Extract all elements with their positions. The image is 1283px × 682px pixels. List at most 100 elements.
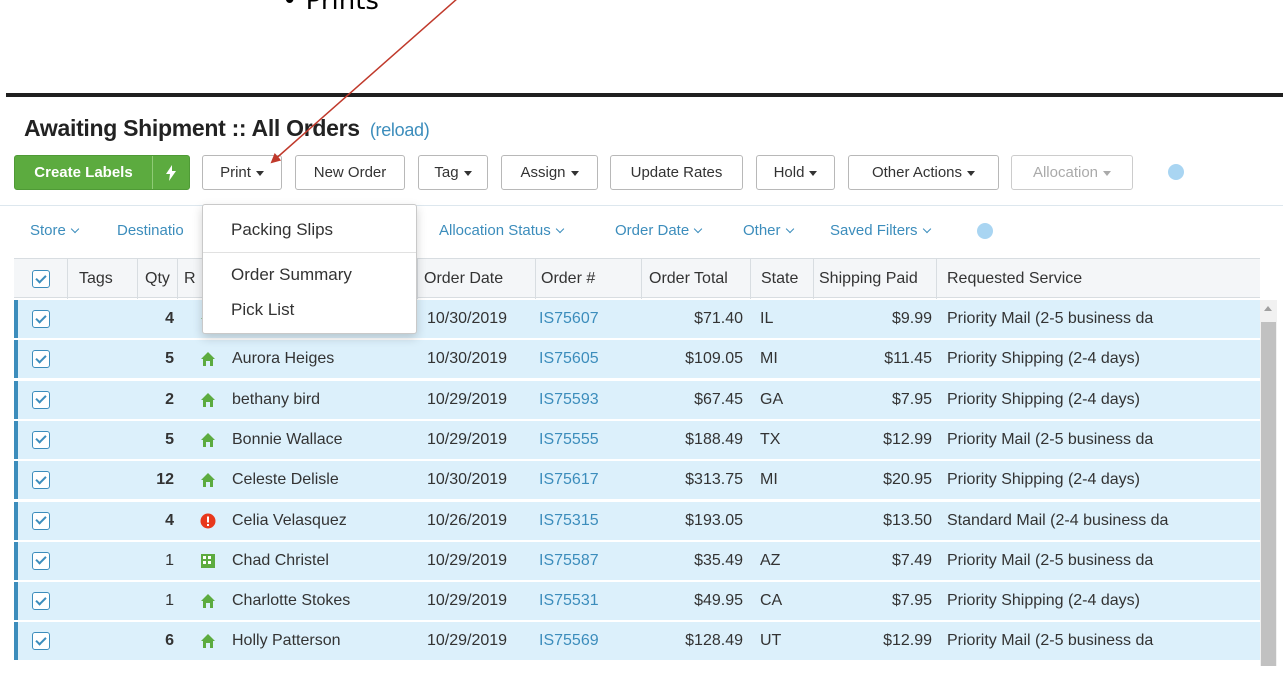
saved-filters-filter[interactable]: Saved Filters <box>830 222 931 239</box>
recipient-name[interactable]: Chad Christel <box>232 542 422 580</box>
order-number-link[interactable]: IS75531 <box>539 582 639 620</box>
create-labels-button[interactable]: Create Labels <box>14 155 190 190</box>
house-icon <box>200 461 218 499</box>
column-header-shipping-paid[interactable]: Shipping Paid <box>814 259 937 299</box>
row-checkbox[interactable] <box>32 350 50 369</box>
allocation-status-filter[interactable]: Allocation Status <box>439 222 564 239</box>
order-total-cell: $49.95 <box>694 592 743 610</box>
select-all-checkbox[interactable] <box>31 270 50 288</box>
order-number-link[interactable]: IS75607 <box>539 300 639 338</box>
print-dropdown-menu: Packing Slips Order Summary Pick List <box>202 204 417 334</box>
row-checkbox-cell <box>32 461 56 499</box>
row-checkbox-cell <box>32 502 56 540</box>
requested-service-cell: Standard Mail (2-4 business da <box>947 511 1169 529</box>
row-checkbox-cell <box>32 622 56 660</box>
row-checkbox-cell <box>32 340 56 378</box>
table-row[interactable]: 2 bethany bird 10/29/2019 IS75593 $67.45 GA $7… <box>14 380 1260 419</box>
destination-filter[interactable]: Destinatio <box>117 222 184 239</box>
row-checkbox[interactable] <box>32 390 50 409</box>
table-row[interactable]: 5 Bonnie Wallace 10/29/2019 IS75555 $188.49 T… <box>14 420 1260 459</box>
table-row[interactable]: 1 Charlotte Stokes 10/29/2019 IS75531 $49.95… <box>14 582 1260 621</box>
row-checkbox[interactable] <box>32 471 50 490</box>
order-number-link[interactable]: IS75569 <box>539 622 639 660</box>
menu-item-order-summary[interactable]: Order Summary <box>231 265 352 285</box>
update-rates-button[interactable]: Update Rates <box>610 155 743 190</box>
other-actions-dropdown-button[interactable]: Other Actions <box>848 155 999 190</box>
vertical-scrollbar[interactable] <box>1260 300 1277 666</box>
row-checkbox[interactable] <box>32 430 50 449</box>
recipient-name[interactable]: Holly Patterson <box>232 622 422 660</box>
column-header-order-date[interactable]: Order Date <box>418 259 536 299</box>
order-date-filter[interactable]: Order Date <box>615 222 703 239</box>
order-total-cell: $188.49 <box>685 430 743 448</box>
requested-service-cell: Priority Mail (2-5 business da <box>947 310 1154 327</box>
print-dropdown-button[interactable]: Print <box>202 155 282 190</box>
order-number-link[interactable]: IS75315 <box>539 502 639 540</box>
order-number-link[interactable]: IS75587 <box>539 542 639 580</box>
table-row[interactable]: 1 Chad Christel 10/29/2019 IS75587 $35.49 AZ $… <box>14 541 1260 580</box>
requested-service-cell: Priority Shipping (2-4 days) <box>947 350 1140 368</box>
order-total-cell: $67.45 <box>694 390 743 408</box>
requested-service-cell: Priority Shipping (2-4 days) <box>947 471 1140 489</box>
state-cell: AZ <box>760 551 781 569</box>
shipping-paid-cell: $12.99 <box>883 632 932 650</box>
recipient-name[interactable]: Charlotte Stokes <box>232 582 422 620</box>
order-number-link[interactable]: IS75605 <box>539 340 639 378</box>
table-row[interactable]: 12 Celeste Delisle 10/30/2019 IS75617 $313.7… <box>14 461 1260 500</box>
row-checkbox-cell <box>32 421 56 459</box>
requested-service-cell: Priority Mail (2-5 business da <box>947 551 1154 569</box>
scrollbar-thumb[interactable] <box>1261 322 1276 666</box>
table-row[interactable]: 5 Aurora Heiges 10/30/2019 IS75605 $109.05 MI… <box>14 340 1260 379</box>
order-number-link[interactable]: IS75593 <box>539 381 639 419</box>
other-filter[interactable]: Other <box>743 222 794 239</box>
order-number-link[interactable]: IS75555 <box>539 421 639 459</box>
shipping-paid-cell: $20.95 <box>883 471 932 489</box>
column-header-state[interactable]: State <box>751 259 814 299</box>
row-checkbox[interactable] <box>32 551 50 570</box>
row-checkbox[interactable] <box>32 592 50 611</box>
requested-service-cell: Priority Mail (2-5 business da <box>947 430 1154 448</box>
menu-item-pick-list[interactable]: Pick List <box>231 300 294 320</box>
recipient-name[interactable]: Bonnie Wallace <box>232 421 422 459</box>
recipient-name[interactable]: Celia Velasquez <box>232 502 422 540</box>
caret-down-icon <box>967 171 976 176</box>
recipient-name[interactable]: bethany bird <box>232 381 422 419</box>
column-header-tags[interactable]: Tags <box>68 259 138 299</box>
house-icon <box>200 582 218 620</box>
toolbar: Create Labels Print New Order Tag Assign… <box>14 155 1274 191</box>
allocation-status-filter-label: Allocation Status <box>439 222 551 239</box>
tag-label: Tag <box>434 164 459 181</box>
assign-dropdown-button[interactable]: Assign <box>501 155 598 190</box>
column-header-requested-service[interactable]: Requested Service <box>937 259 1260 299</box>
table-row[interactable]: 4 10/30/2019 IS75607 $71.40 IL $9.99 Priority … <box>14 300 1260 338</box>
order-date-cell: 10/30/2019 <box>427 310 508 327</box>
order-number-link[interactable]: IS75617 <box>539 461 639 499</box>
lightning-bolt-icon[interactable] <box>153 156 189 189</box>
scroll-up-arrow-icon[interactable] <box>1264 306 1272 311</box>
table-row[interactable]: 4 Celia Velasquez 10/26/2019 IS75315 $193.05… <box>14 501 1260 540</box>
row-checkbox[interactable] <box>32 632 50 651</box>
tag-dropdown-button[interactable]: Tag <box>418 155 488 190</box>
update-rates-label: Update Rates <box>630 164 723 181</box>
menu-item-packing-slips[interactable]: Packing Slips <box>231 220 333 240</box>
row-checkbox[interactable] <box>32 310 50 328</box>
building-icon <box>200 542 218 580</box>
allocation-dropdown-button[interactable]: Allocation <box>1011 155 1133 190</box>
column-header-qty[interactable]: Qty <box>138 259 178 299</box>
store-filter[interactable]: Store <box>30 222 80 239</box>
table-row[interactable]: 6 Holly Patterson 10/29/2019 IS75569 $128.49… <box>14 622 1260 661</box>
reload-link[interactable]: (reload) <box>370 120 430 140</box>
recipient-name[interactable]: Celeste Delisle <box>232 461 422 499</box>
new-order-button[interactable]: New Order <box>295 155 405 190</box>
annotation-label: • Prints <box>282 0 379 16</box>
create-labels-label[interactable]: Create Labels <box>15 156 153 189</box>
menu-divider <box>203 252 416 253</box>
state-cell: MI <box>760 350 778 368</box>
house-icon <box>200 421 218 459</box>
recipient-name[interactable]: Aurora Heiges <box>232 340 422 378</box>
column-header-order-total[interactable]: Order Total <box>642 259 751 299</box>
row-checkbox[interactable] <box>32 511 50 530</box>
hold-dropdown-button[interactable]: Hold <box>756 155 835 190</box>
column-header-order-number[interactable]: Order # <box>536 259 642 299</box>
filter-status-dot <box>977 223 993 239</box>
